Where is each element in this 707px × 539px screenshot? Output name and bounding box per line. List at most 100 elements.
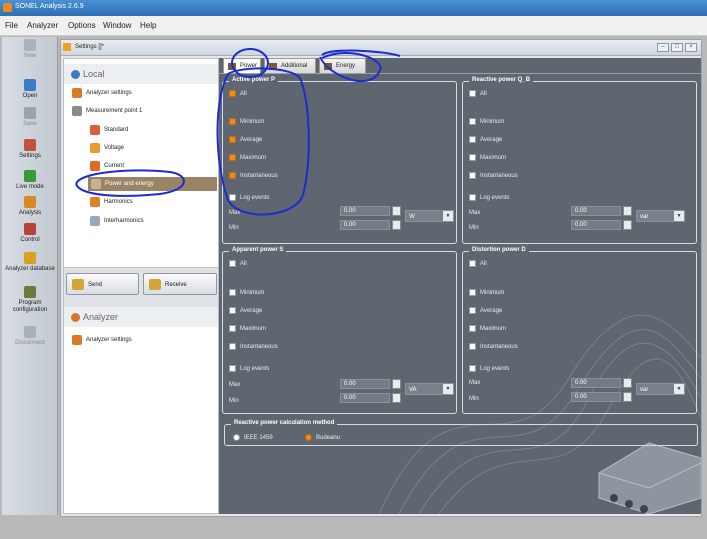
reactive-min-label: Min [469, 225, 479, 231]
disconnect-button[interactable]: Disconnect [2, 326, 58, 356]
distortion-max-label: Max [469, 380, 481, 386]
chevron-down-icon: ▼ [443, 384, 453, 394]
radio-checked-icon [305, 434, 312, 441]
apparent-max-input[interactable]: 0.00 [340, 379, 390, 389]
standard-icon [90, 125, 100, 135]
analyzer-icon [71, 313, 80, 322]
current-icon [90, 161, 100, 171]
distortion-min-input[interactable]: 0.00 [571, 392, 621, 402]
tree-panel: Local Analyzer settings Measurement poin… [63, 58, 219, 514]
reactive-max-spinner[interactable] [623, 206, 632, 216]
active-min-input[interactable]: 0.00 [340, 220, 390, 230]
menu-window[interactable]: Window [103, 21, 131, 30]
minimize-icon[interactable]: – [657, 43, 669, 52]
apparent-min-label: Min [229, 398, 239, 404]
control-button[interactable]: Control [2, 223, 58, 253]
new-button[interactable]: New [2, 39, 58, 69]
receive-button[interactable]: Receive [143, 273, 217, 295]
disconnect-icon [24, 326, 36, 338]
distortion-max-input[interactable]: 0.00 [571, 378, 621, 388]
active-max-label: Max [229, 210, 241, 216]
analyzer-settings-icon [72, 88, 82, 98]
chevron-down-icon: ▼ [674, 384, 684, 394]
reactive-min-input[interactable]: 0.00 [571, 220, 621, 230]
settings-window: Settings []* – □ × Local Analyzer settings… [60, 39, 702, 517]
distortion-max-spinner[interactable] [623, 378, 632, 388]
reactive-min-spinner[interactable] [623, 220, 632, 230]
program-configuration-button[interactable]: Program configuration [2, 286, 58, 316]
tree-power-and-energy[interactable]: Power and energy [88, 177, 217, 191]
interharmonics-icon [90, 216, 100, 226]
save-button[interactable]: Save [2, 107, 58, 137]
tab-energy[interactable]: Energy [319, 58, 366, 73]
calculation-method-group: Reactive power calculation method IEEE 1… [224, 420, 698, 446]
active-unit-select[interactable]: W ▼ [405, 210, 454, 222]
menu-help[interactable]: Help [140, 21, 156, 30]
reactive-unit-select[interactable]: var ▼ [636, 210, 685, 222]
power-tab-icon [228, 63, 236, 70]
menu-analyzer[interactable]: Analyzer [27, 21, 58, 30]
measurement-point-icon [72, 106, 82, 116]
settings-window-titlebar: Settings []* – □ × [61, 40, 701, 56]
active-max-input[interactable]: 0.00 [340, 206, 390, 216]
tab-power[interactable]: Power [223, 58, 261, 73]
tree-measurement-point[interactable]: Measurement point 1 [72, 104, 212, 118]
apparent-unit-select[interactable]: VA ▼ [405, 383, 454, 395]
tree-standard[interactable]: Standard [90, 123, 210, 137]
active-max-spinner[interactable] [392, 206, 401, 216]
harmonics-icon [90, 197, 100, 207]
analyzer-header: Analyzer [64, 307, 218, 327]
apparent-power-title: Apparent power S [229, 247, 287, 253]
active-min-spinner[interactable] [392, 220, 401, 230]
receive-icon [149, 279, 161, 290]
tree-analyzer-settings[interactable]: Analyzer settings [72, 86, 212, 100]
settings-icon [24, 139, 36, 151]
reactive-max-input[interactable]: 0.00 [571, 206, 621, 216]
menu-options[interactable]: Options [68, 21, 96, 30]
tree-harmonics[interactable]: Harmonics [90, 195, 210, 209]
reactive-power-title: Reactive power Q_B [469, 77, 534, 83]
distortion-unit-select[interactable]: var ▼ [636, 383, 685, 395]
reactive-power-group: Reactive power Q_B All Minimum Average M… [462, 77, 697, 244]
apparent-min-input[interactable]: 0.00 [340, 393, 390, 403]
tree-analyzer-settings-remote[interactable]: Analyzer settings [72, 333, 212, 347]
active-power-title: Active power P [229, 77, 279, 83]
distortion-min-label: Min [469, 396, 479, 402]
title-bar: SONEL Analysis 2.6.9 [0, 0, 707, 16]
analysis-button[interactable]: Analysis [2, 196, 58, 226]
tree-voltage[interactable]: Voltage [90, 141, 210, 155]
close-icon[interactable]: × [685, 43, 697, 52]
apparent-power-group: Apparent power S All Minimum Average Max… [222, 247, 457, 414]
energy-tab-icon [324, 63, 332, 70]
settings-button[interactable]: Settings [2, 139, 58, 169]
maximize-icon[interactable]: □ [671, 43, 683, 52]
chevron-down-icon: ▼ [674, 211, 684, 221]
checkbox-checked-icon [229, 90, 236, 97]
open-button[interactable]: Open [2, 79, 58, 109]
analysis-icon [24, 196, 36, 208]
tree-current[interactable]: Current [90, 159, 210, 173]
menu-file[interactable]: File [5, 21, 18, 30]
settings-window-icon [63, 43, 71, 51]
chevron-down-icon: ▼ [443, 211, 453, 221]
analyzer-database-button[interactable]: Analyzer database [2, 252, 58, 282]
live-mode-icon [24, 170, 36, 182]
settings-window-title: Settings []* [75, 44, 105, 50]
analyzer-device-illustration [598, 442, 701, 514]
additional-tab-icon [269, 63, 277, 70]
apparent-min-spinner[interactable] [392, 393, 401, 403]
window-controls: – □ × [655, 43, 697, 52]
control-icon [24, 223, 36, 235]
calculation-method-title: Reactive power calculation method [231, 420, 338, 426]
tab-additional[interactable]: Additional [264, 58, 316, 73]
send-button[interactable]: Send [66, 273, 139, 295]
tree-interharmonics[interactable]: Interharmonics [90, 214, 210, 228]
distortion-min-spinner[interactable] [623, 392, 632, 402]
apparent-max-spinner[interactable] [392, 379, 401, 389]
apparent-max-label: Max [229, 382, 241, 388]
app-icon [3, 3, 12, 12]
local-header: Local [64, 64, 218, 84]
app-title: SONEL Analysis 2.6.9 [15, 3, 84, 10]
menu-bar: File Analyzer Options Window Help [0, 16, 707, 36]
distortion-power-group: Distortion power D All Minimum Average M… [462, 247, 697, 414]
